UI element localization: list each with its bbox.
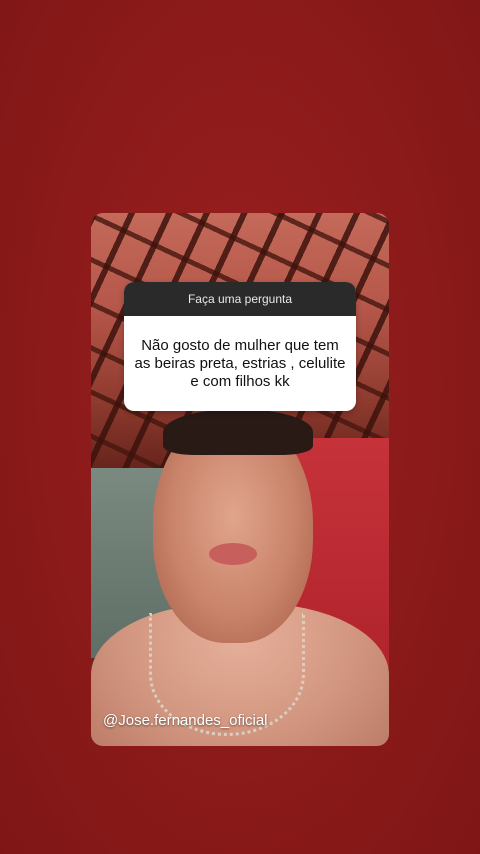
question-sticker[interactable]: Faça uma pergunta Não gosto de mulher qu…	[124, 282, 356, 411]
question-sticker-header: Faça uma pergunta	[124, 282, 356, 316]
question-sticker-answer: Não gosto de mulher que tem as beiras pr…	[134, 336, 346, 390]
person-hair	[163, 409, 313, 455]
user-mention[interactable]: @Jose.fernandes_oficial	[103, 712, 268, 729]
person-lips	[209, 543, 257, 565]
